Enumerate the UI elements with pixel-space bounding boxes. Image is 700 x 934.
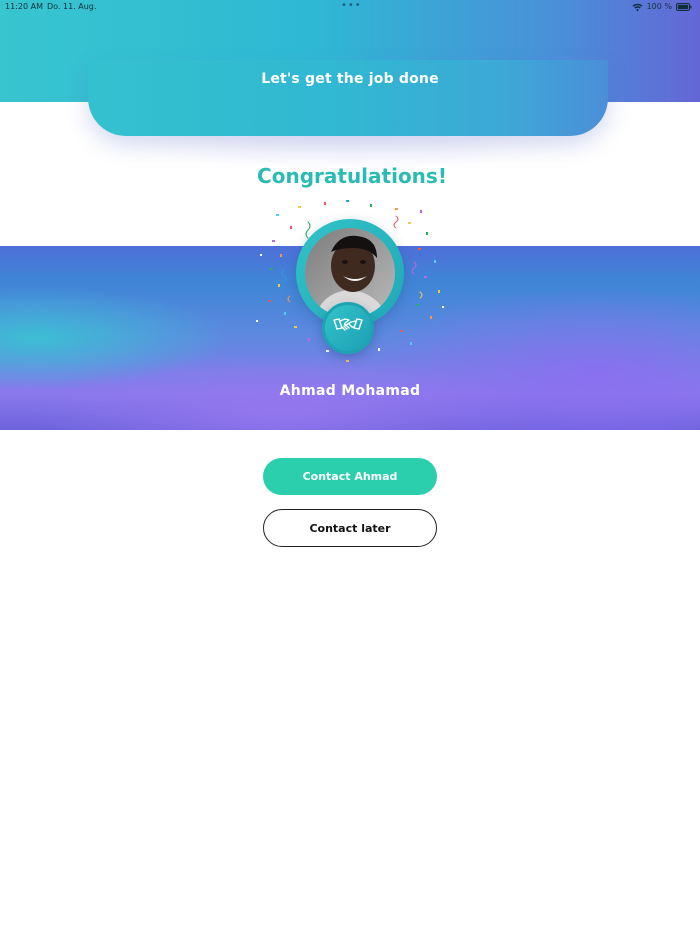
battery-icon (676, 2, 692, 11)
congratulations-heading: Congratulations! (257, 164, 447, 188)
status-date: Do. 11. Aug. (47, 2, 97, 11)
handshake-badge (322, 302, 374, 354)
multitasking-dots[interactable]: ••• (341, 1, 362, 11)
screen: Let's get the job done 11:20 AM Do. 11. … (0, 0, 700, 934)
status-right: 100 % (632, 2, 692, 11)
battery-percentage: 100 % (646, 2, 672, 11)
header-title: Let's get the job done (261, 71, 439, 87)
wifi-icon (632, 3, 643, 11)
handshake-icon (333, 316, 363, 340)
contact-ahmad-button[interactable]: Contact Ahmad (263, 458, 437, 495)
person-name: Ahmad Mohamad (279, 383, 421, 399)
contact-later-button[interactable]: Contact later (263, 509, 437, 547)
status-time: 11:20 AM (5, 2, 43, 11)
